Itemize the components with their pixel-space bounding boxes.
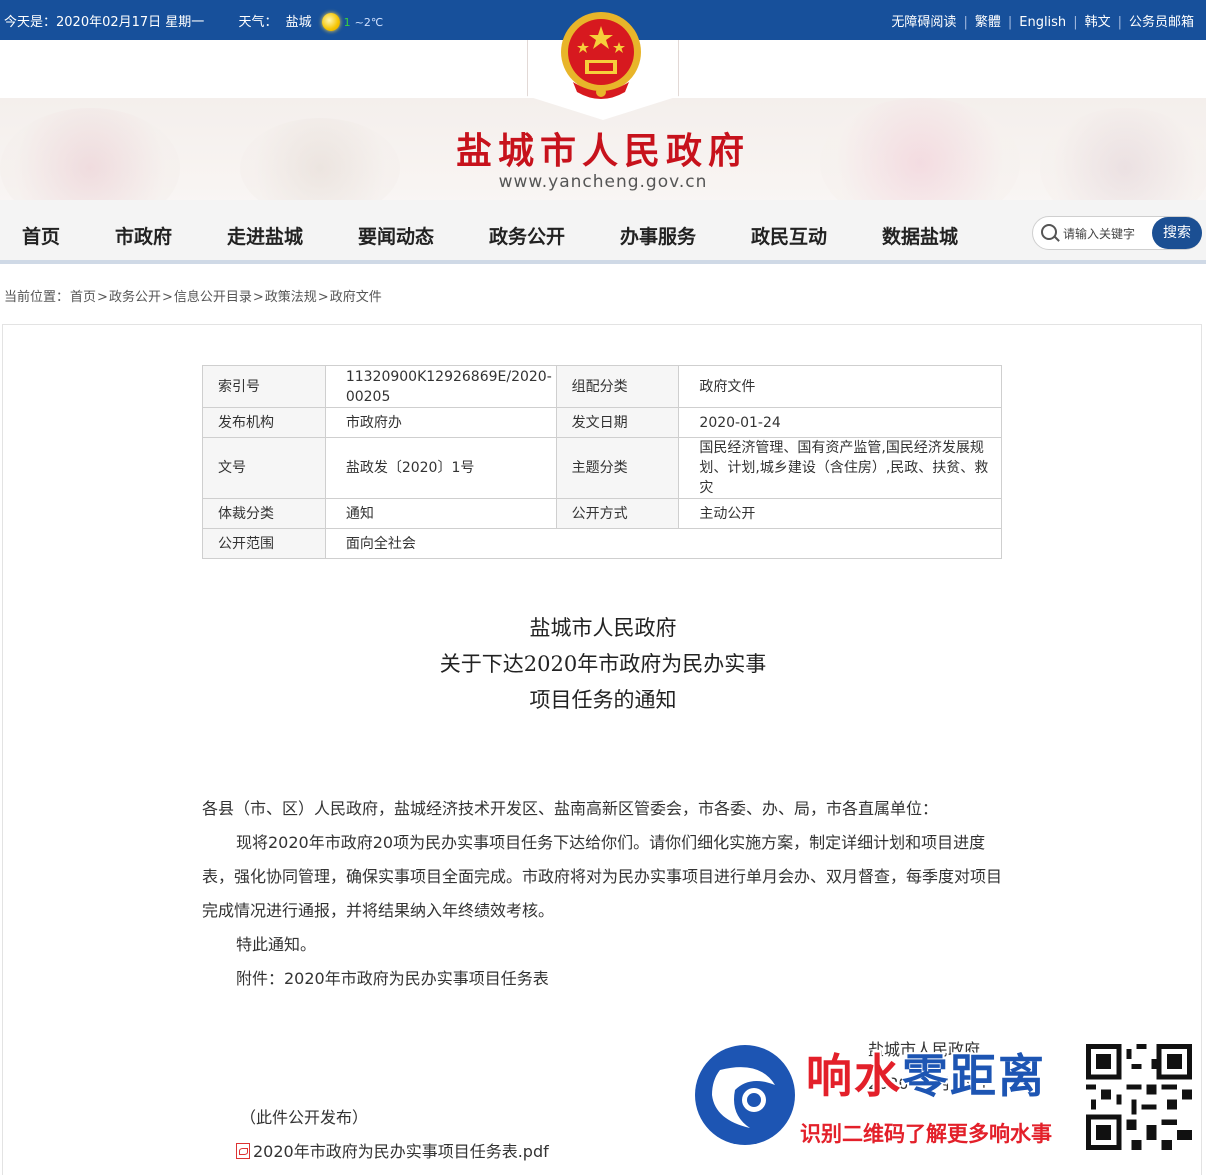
breadcrumb-separator: > [317,290,329,305]
site-title: 盐城市人民政府 [455,130,750,172]
table-row: 发布机构 市政府办 发文日期 2020-01-24 [202,407,1002,438]
main-nav: 首页 市政府 走进盐城 要闻动态 政务公开 办事服务 政民互动 数据盐城 [0,200,1206,264]
link-accessible-reading[interactable]: 无障碍阅读 [891,15,956,30]
divider: | [1007,15,1013,30]
top-bar-info: 今天是：2020年02月17日 星期一 天气： 盐城 1 ~2℃ [4,11,391,31]
meta-topic-value: 国民经济管理、国有资产监管,国民经济发展规划、计划,城乡建设（含住房）,民政、扶… [678,437,1002,499]
publish-note: （此件公开发布） [240,1108,369,1127]
search-icon [1041,224,1057,240]
current-date: 今天是：2020年02月17日 星期一 [4,15,205,30]
document-body: 各县（市、区）人民政府，盐城经济技术开发区、盐南高新区管委会，市各委、办、局，市… [202,792,1002,996]
meta-label: 公开范围 [202,528,326,559]
nav-item-home[interactable]: 首页 [22,222,60,249]
nav-item-news[interactable]: 要闻动态 [358,222,434,249]
watermark-slogan: 识别二维码了解更多响水事 [800,1122,1052,1146]
weather-city: 盐城 [285,15,312,30]
document-title-line: 项目任务的通知 [529,688,677,712]
meta-date-value: 2020-01-24 [678,407,1002,438]
link-civil-servant-mail[interactable]: 公务员邮箱 [1129,15,1194,30]
table-row: 公开范围 面向全社会 [202,528,1003,559]
sun-icon [321,13,340,31]
breadcrumb: 当前位置：首页>政务公开>信息公开目录>政策法规>政府文件 [3,286,382,305]
table-row: 索引号 11320900K12926869E/2020-00205 组配分类 政… [202,365,1002,408]
meta-scope-value: 面向全社会 [324,528,1003,559]
watermark-brand-red: 响水 [806,1049,902,1103]
nav-item-about-yancheng[interactable]: 走进盐城 [227,222,303,249]
qr-code-icon[interactable] [1086,1044,1192,1150]
meta-org-value: 市政府办 [324,407,557,438]
meta-mode-value: 主动公开 [678,498,1002,529]
watermark-logo-icon [695,1045,795,1145]
divider: | [963,15,968,30]
meta-docno-value: 盐政发〔2020〕1号 [324,437,557,499]
weather-temp-low: 1 [343,16,351,29]
breadcrumb-item-open-government[interactable]: 政务公开 [109,290,161,305]
meta-label: 文号 [202,437,326,499]
breadcrumb-prefix: 当前位置： [4,290,70,305]
nav-item-open-government[interactable]: 政务公开 [489,222,565,249]
document-paragraph: 特此通知。 [236,935,317,954]
breadcrumb-item-gov-documents[interactable]: 政府文件 [330,290,382,305]
link-traditional-chinese[interactable]: 繁體 [975,15,1001,30]
meta-label: 体裁分类 [202,498,326,529]
attachment-link[interactable]: 2020年市政府为民办实事项目任务表.pdf [236,1138,549,1162]
nav-item-interaction[interactable]: 政民互动 [751,222,827,249]
breadcrumb-separator: > [252,290,264,305]
breadcrumb-item-home[interactable]: 首页 [70,290,96,305]
weather-temp: 1 ~2℃ [344,16,388,29]
divider: | [1117,15,1122,30]
meta-genre-value: 通知 [324,498,557,529]
search-box: 搜索 [1032,216,1202,250]
table-row: 文号 盐政发〔2020〕1号 主题分类 国民经济管理、国有资产监管,国民经济发展… [202,437,1002,499]
watermark-brand: 响水零距离 [806,1040,1046,1106]
meta-label: 发文日期 [555,407,680,438]
meta-label: 主题分类 [555,437,680,499]
meta-label: 索引号 [202,365,326,408]
breadcrumb-separator: > [97,290,108,305]
weather-temp-range: ~2℃ [354,16,384,29]
document-addressee: 各县（市、区）人民政府，盐城经济技术开发区、盐南高新区管委会，市各委、办、局，市… [202,799,939,818]
divider: | [1073,15,1078,30]
nav-item-services[interactable]: 办事服务 [620,222,696,249]
document-title-line: 盐城市人民政府 [529,616,677,640]
document-metadata-table: 索引号 11320900K12926869E/2020-00205 组配分类 政… [202,365,1003,559]
meta-label: 组配分类 [555,365,680,408]
breadcrumb-item-policies[interactable]: 政策法规 [265,290,317,305]
breadcrumb-separator: > [161,290,173,305]
national-emblem-icon [561,12,641,99]
meta-index-value: 11320900K12926869E/2020-00205 [324,365,557,408]
document-paragraph: 现将2020年市政府20项为民办实事项目任务下达给你们。请你们细化实施方案，制定… [202,833,1003,920]
meta-label: 发布机构 [202,407,326,438]
breadcrumb-item-catalog[interactable]: 信息公开目录 [174,290,252,305]
document-attachment-note: 附件：2020年市政府为民办实事项目任务表 [236,969,549,988]
search-input[interactable] [1061,223,1151,245]
document-title: 盐城市人民政府 关于下达2020年市政府为民办实事 项目任务的通知 [0,610,1206,718]
watermark-brand-blue: 零距离 [902,1049,1046,1103]
nav-item-government[interactable]: 市政府 [115,222,172,249]
weather-label: 天气： [238,15,278,30]
attachment-filename: 2020年市政府为民办实事项目任务表.pdf [253,1142,549,1161]
meta-label: 公开方式 [555,498,680,529]
document-title-line: 关于下达2020年市政府为民办实事 [439,652,767,676]
link-korean[interactable]: 韩文 [1085,15,1111,30]
table-row: 体裁分类 通知 公开方式 主动公开 [202,498,1002,529]
nav-item-data-yancheng[interactable]: 数据盐城 [882,222,958,249]
site-url: www.yancheng.gov.cn [498,172,708,192]
search-button[interactable]: 搜索 [1152,217,1202,249]
pdf-icon [236,1143,250,1159]
top-links: 无障碍阅读 | 繁體 | English | 韩文 | 公务员邮箱 [891,11,1194,30]
meta-group-value: 政府文件 [678,365,1002,408]
link-english[interactable]: English [1019,15,1066,30]
